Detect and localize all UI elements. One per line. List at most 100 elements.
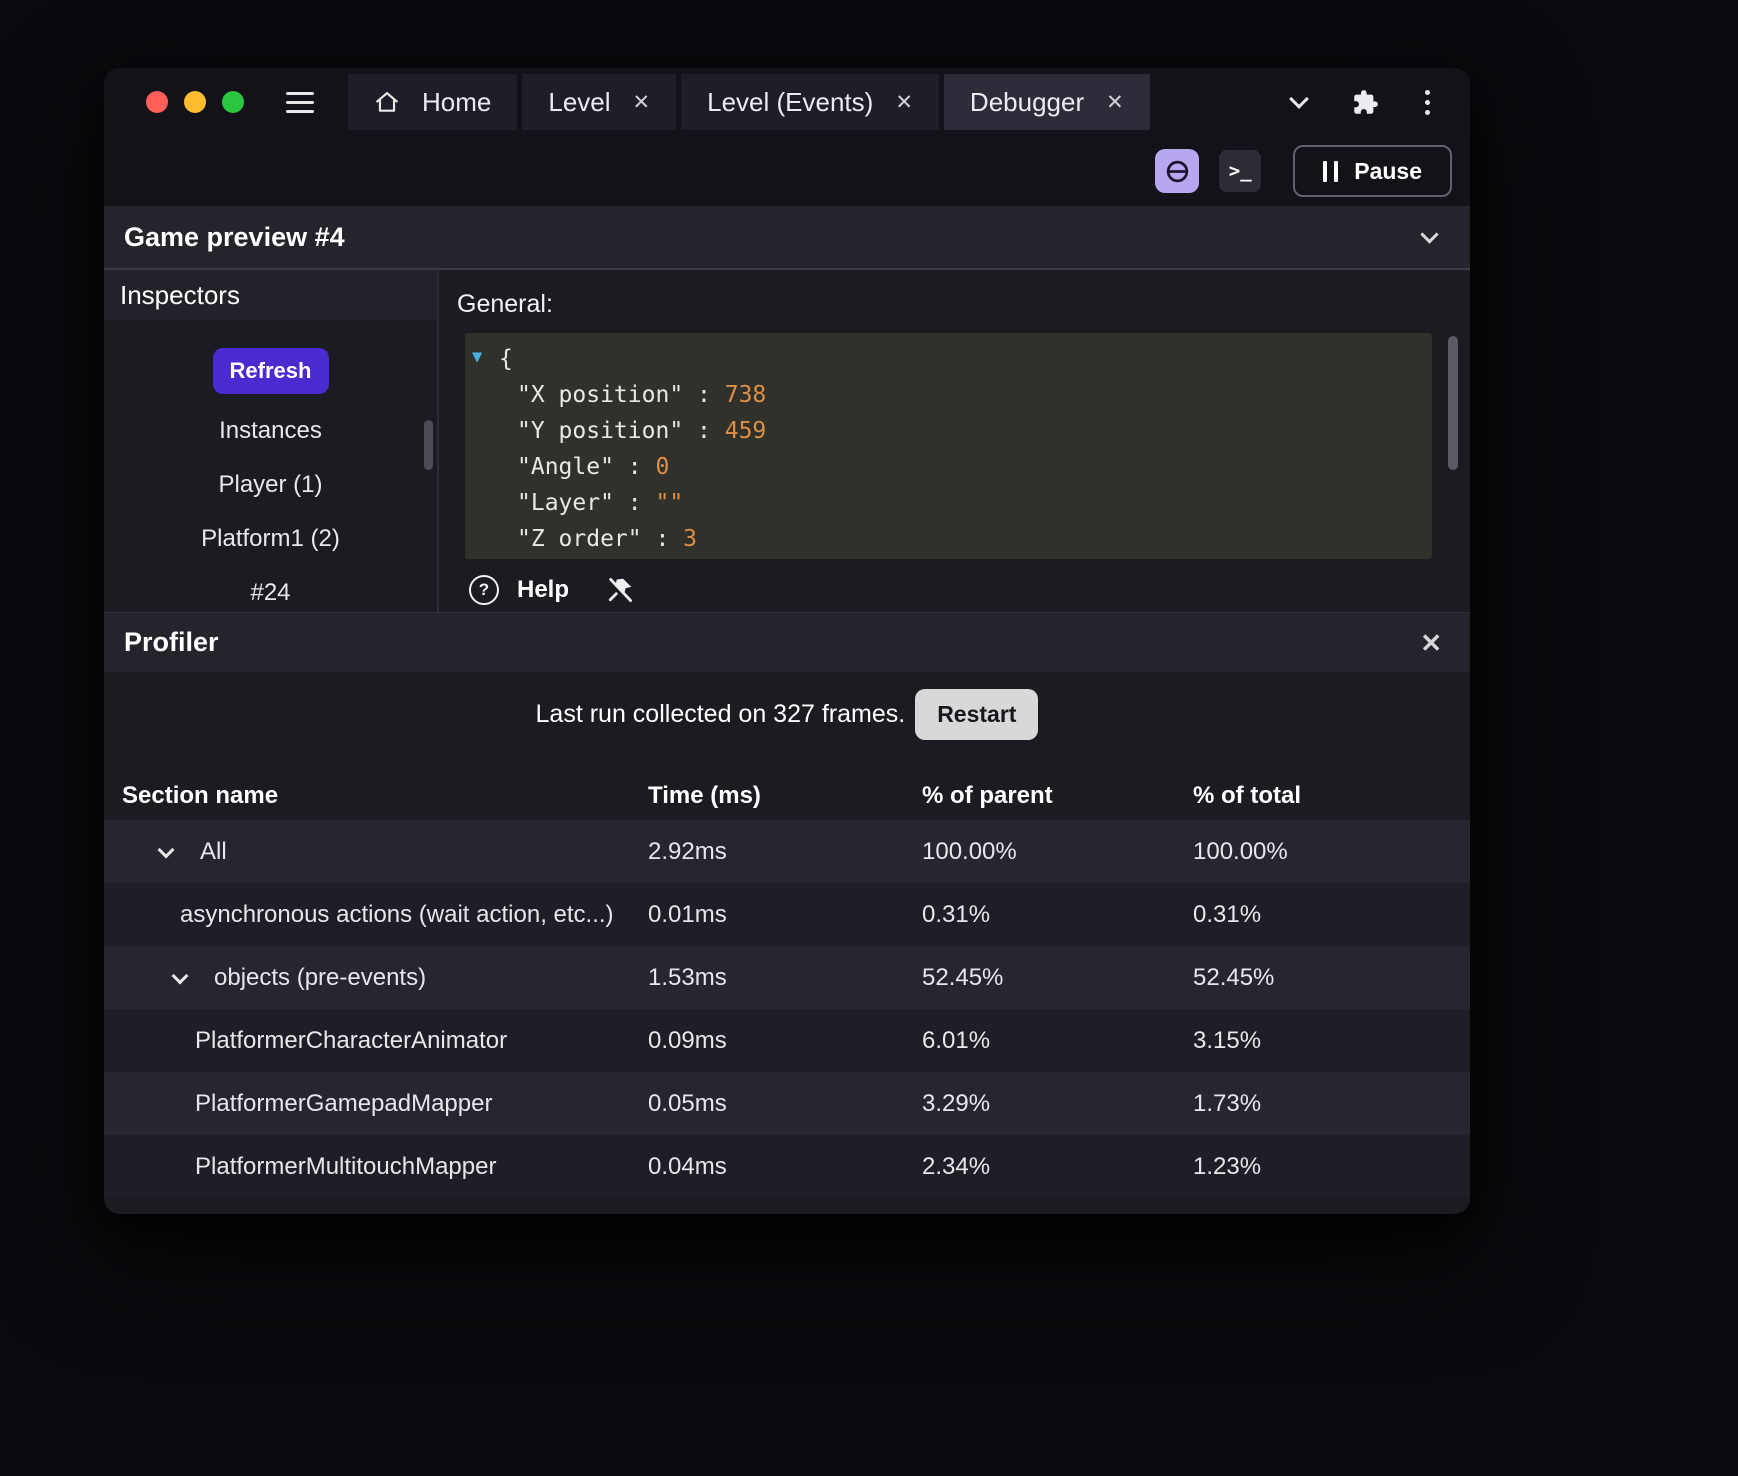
row-percent-parent: 2.34% [922, 1152, 991, 1180]
unpin-icon[interactable] [605, 575, 635, 605]
profiler-title: Profiler [124, 627, 219, 657]
row-time: 1.53ms [648, 963, 727, 991]
row-percent-parent: 52.45% [922, 963, 1004, 991]
row-time: 2.92ms [648, 837, 727, 865]
help-row: ? Help [469, 575, 1470, 605]
row-time: 0.09ms [648, 1026, 727, 1054]
speed-limit-icon[interactable] [1155, 149, 1200, 193]
row-section-name: PlatformerGamepadMapper [195, 1089, 493, 1117]
row-section-name: PlatformerMultitouchMapper [195, 1152, 497, 1180]
pause-button[interactable]: Pause [1293, 145, 1452, 197]
tab-label: Home [422, 86, 492, 117]
tab-debugger[interactable]: Debugger ✕ [943, 74, 1150, 130]
json-entry: "X position" : 738 [517, 382, 767, 408]
close-window-button[interactable] [146, 91, 168, 113]
tab-level-events[interactable]: Level (Events) ✕ [681, 74, 939, 130]
row-time: 0.05ms [648, 1089, 727, 1117]
row-percent-total: 100.00% [1193, 837, 1288, 865]
console-icon[interactable]: >_ [1219, 150, 1262, 192]
row-percent-total: 1.23% [1193, 1152, 1262, 1180]
row-percent-total: 1.73% [1193, 1089, 1262, 1117]
game-preview-title: Game preview #4 [124, 221, 345, 252]
help-label[interactable]: Help [517, 576, 569, 604]
tab-label: Debugger [969, 86, 1085, 117]
row-percent-parent: 0.31% [922, 900, 991, 928]
inspector-item-platform1[interactable]: Platform1 (2) [104, 512, 437, 566]
close-icon[interactable]: ✕ [1106, 92, 1124, 113]
row-time: 0.04ms [648, 1152, 727, 1180]
inspector-item-player[interactable]: Player (1) [104, 458, 437, 512]
tab-strip: Home Level ✕ Level (Events) ✕ Debugger ✕ [348, 74, 1150, 130]
minimize-window-button[interactable] [184, 91, 206, 113]
expand-triangle-icon[interactable]: ▼ [472, 339, 482, 375]
object-properties-view[interactable]: ▼ { "X position" : 738 "Y position" : 45… [465, 333, 1432, 559]
chevron-down-icon[interactable] [1420, 224, 1439, 244]
json-entry: "Y position" : 459 [517, 418, 767, 444]
tab-label: Level (Events) [707, 86, 874, 117]
chevron-down-icon[interactable] [171, 967, 189, 984]
profiler-status-text: Last run collected on 327 frames. [535, 699, 906, 728]
inspector-item-instances[interactable]: Instances [104, 404, 437, 458]
help-icon[interactable]: ? [469, 575, 499, 605]
debugger-toolbar: >_ Pause [104, 136, 1470, 206]
row-section-name: PlatformerCharacterAnimator [195, 1026, 508, 1054]
row-percent-total: 52.45% [1193, 963, 1275, 991]
general-title: General: [457, 290, 553, 318]
table-row[interactable]: PlatformerCharacterAnimator 0.09ms 6.01%… [104, 1009, 1470, 1072]
column-time: Time (ms) [648, 782, 761, 809]
column-percent-total: % of total [1193, 782, 1301, 809]
column-percent-parent: % of parent [922, 782, 1053, 809]
table-row[interactable]: All 2.92ms 100.00% 100.00% [104, 820, 1470, 883]
tab-level[interactable]: Level ✕ [522, 74, 677, 130]
scrollbar[interactable] [424, 420, 433, 470]
home-icon [376, 92, 398, 112]
row-section-name: All [200, 837, 227, 865]
table-row[interactable]: asynchronous actions (wait action, etc..… [104, 883, 1470, 946]
tab-label: Level [548, 86, 611, 117]
profiler-status-row: Last run collected on 327 frames. Restar… [104, 672, 1470, 756]
table-row[interactable]: PlatformerMultitouchMapper 0.04ms 2.34% … [104, 1135, 1470, 1198]
extensions-puzzle-icon[interactable] [1352, 89, 1379, 116]
more-options-icon[interactable] [1425, 89, 1430, 115]
chevron-down-icon[interactable] [1289, 89, 1309, 109]
json-entry: "Z order" : 3 [517, 526, 698, 552]
json-entry: "Angle" : 0 [517, 454, 670, 480]
profiler-body: Last run collected on 327 frames. Restar… [104, 672, 1470, 1214]
row-percent-parent: 100.00% [922, 837, 1017, 865]
window-tab-bar: Home Level ✕ Level (Events) ✕ Debugger ✕ [104, 68, 1470, 136]
zoom-window-button[interactable] [222, 91, 244, 113]
app-window: Home Level ✕ Level (Events) ✕ Debugger ✕ [104, 68, 1470, 1214]
row-percent-parent: 3.29% [922, 1089, 991, 1117]
row-percent-total: 3.15% [1193, 1026, 1262, 1054]
close-icon[interactable]: ✕ [633, 92, 651, 113]
tab-home[interactable]: Home [348, 74, 518, 130]
inspectors-panel: Inspectors Refresh Instances Player (1) … [104, 270, 439, 612]
traffic-lights [146, 91, 244, 113]
circle-line-glyph [1166, 160, 1188, 182]
row-section-name: objects (pre-events) [214, 963, 427, 991]
json-entry: "Layer" : "" [517, 490, 684, 516]
table-row[interactable]: PlatformerGamepadMapper 0.05ms 3.29% 1.7… [104, 1072, 1470, 1135]
game-preview-header[interactable]: Game preview #4 [104, 206, 1470, 270]
close-icon[interactable]: ✕ [895, 92, 913, 113]
console-glyph: >_ [1228, 160, 1252, 182]
debugger-main-area: Inspectors Refresh Instances Player (1) … [104, 270, 1470, 612]
column-section-name: Section name [122, 782, 279, 809]
restart-button[interactable]: Restart [915, 688, 1039, 740]
row-percent-parent: 6.01% [922, 1026, 991, 1054]
chevron-down-icon[interactable] [157, 841, 175, 858]
json-open-brace: { [499, 346, 513, 372]
menu-icon[interactable] [286, 91, 314, 113]
inspector-item-24[interactable]: #24 [104, 566, 437, 612]
row-section-name: asynchronous actions (wait action, etc..… [180, 900, 614, 928]
profiler-table-header: Section name Time (ms) % of parent % of … [104, 772, 1470, 820]
table-row[interactable]: objects (pre-events) 1.53ms 52.45% 52.45… [104, 946, 1470, 1009]
profiler-header: Profiler ✕ [104, 612, 1470, 672]
pause-label: Pause [1354, 157, 1422, 184]
refresh-button[interactable]: Refresh [212, 348, 329, 394]
close-icon[interactable]: ✕ [1420, 630, 1442, 656]
inspectors-title: Inspectors [104, 270, 437, 320]
scrollbar[interactable] [1448, 336, 1458, 470]
general-panel: General: ▼ { "X position" : 738 "Y posit… [439, 270, 1470, 612]
row-time: 0.01ms [648, 900, 727, 928]
